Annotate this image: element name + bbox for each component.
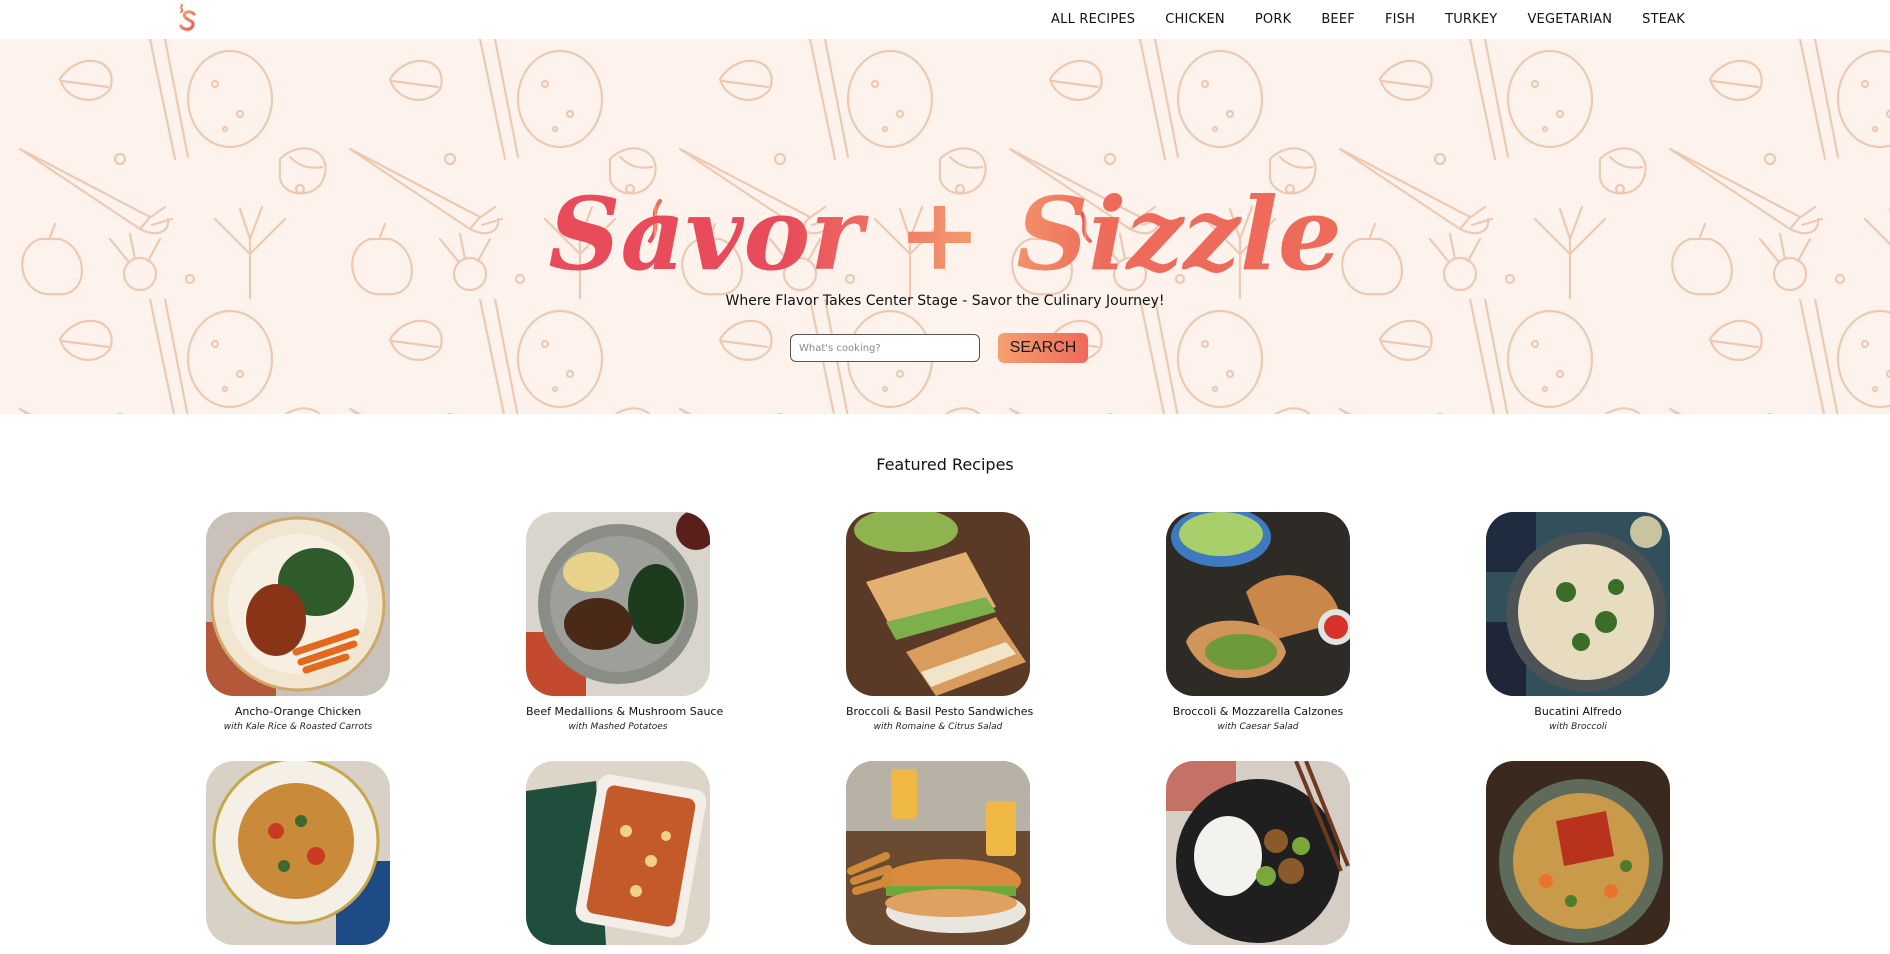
nav-item-steak[interactable]: STEAK — [1642, 12, 1685, 27]
recipe-image-chicken-plate[interactable] — [206, 512, 390, 696]
recipe-card[interactable] — [1486, 761, 1670, 954]
main-nav: ALL RECIPES CHICKEN PORK BEEF FISH TURKE… — [1051, 0, 1685, 39]
recipe-image-stir-fry[interactable] — [1166, 761, 1350, 945]
recipe-image-lasagna[interactable] — [526, 761, 710, 945]
search-button[interactable]: SEARCH — [998, 333, 1088, 363]
recipe-card[interactable]: Bucatini Alfredo with Broccoli — [1486, 512, 1670, 732]
tagline: Where Flavor Takes Center Stage - Savor … — [725, 293, 1165, 309]
nav-item-all-recipes[interactable]: ALL RECIPES — [1051, 12, 1135, 27]
recipe-image-salmon-noodles[interactable] — [1486, 761, 1670, 945]
recipe-subtitle: with Kale Rice & Roasted Carrots — [223, 722, 373, 732]
recipe-card[interactable]: Broccoli & Mozzarella Calzones with Caes… — [1166, 512, 1350, 732]
nav-item-fish[interactable]: FISH — [1385, 12, 1415, 27]
recipe-image-beef-plate[interactable] — [526, 512, 710, 696]
featured-recipes-heading: Featured Recipes — [876, 455, 1014, 474]
recipe-image-sandwiches[interactable] — [846, 512, 1030, 696]
recipe-card[interactable] — [846, 761, 1030, 954]
recipe-subtitle: with Caesar Salad — [1217, 722, 1299, 732]
recipe-subtitle: with Romaine & Citrus Salad — [873, 722, 1003, 732]
recipe-card[interactable]: Ancho-Orange Chicken with Kale Rice & Ro… — [206, 512, 390, 732]
recipe-title[interactable]: Bucatini Alfredo — [1486, 705, 1670, 718]
recipe-card[interactable] — [1166, 761, 1350, 954]
recipe-card[interactable]: Beef Medallions & Mushroom Sauce with Ma… — [526, 512, 723, 732]
recipe-image-pasta-alfredo[interactable] — [1486, 512, 1670, 696]
search-bar: SEARCH — [790, 333, 1088, 363]
recipe-card[interactable] — [526, 761, 710, 954]
svg-text:Savor + Sizzle: Savor + Sizzle — [548, 175, 1341, 293]
top-navbar: ALL RECIPES CHICKEN PORK BEEF FISH TURKE… — [0, 0, 1890, 39]
logo-icon[interactable] — [176, 2, 200, 32]
recipe-image-sub-sandwich[interactable] — [846, 761, 1030, 945]
recipe-title[interactable]: Broccoli & Basil Pesto Sandwiches — [846, 705, 1033, 718]
recipe-card[interactable]: Broccoli & Basil Pesto Sandwiches with R… — [846, 512, 1033, 732]
nav-item-chicken[interactable]: CHICKEN — [1165, 12, 1225, 27]
recipe-subtitle: with Broccoli — [1549, 722, 1607, 732]
recipe-title[interactable]: Broccoli & Mozzarella Calzones — [1166, 705, 1350, 718]
search-input[interactable] — [790, 334, 980, 362]
recipe-image-calzones[interactable] — [1166, 512, 1350, 696]
nav-item-pork[interactable]: PORK — [1255, 12, 1291, 27]
recipe-image-spaghetti[interactable] — [206, 761, 390, 945]
nav-item-vegetarian[interactable]: VEGETARIAN — [1527, 12, 1612, 27]
recipe-subtitle: with Mashed Potatoes — [568, 722, 668, 732]
recipe-title[interactable]: Beef Medallions & Mushroom Sauce — [526, 705, 723, 718]
hero-banner: Savor + Sizzle Where Flavor Takes Center… — [0, 39, 1890, 414]
recipe-card[interactable] — [206, 761, 390, 954]
recipe-title[interactable]: Ancho-Orange Chicken — [206, 705, 390, 718]
nav-item-turkey[interactable]: TURKEY — [1445, 12, 1497, 27]
nav-item-beef[interactable]: BEEF — [1321, 12, 1355, 27]
